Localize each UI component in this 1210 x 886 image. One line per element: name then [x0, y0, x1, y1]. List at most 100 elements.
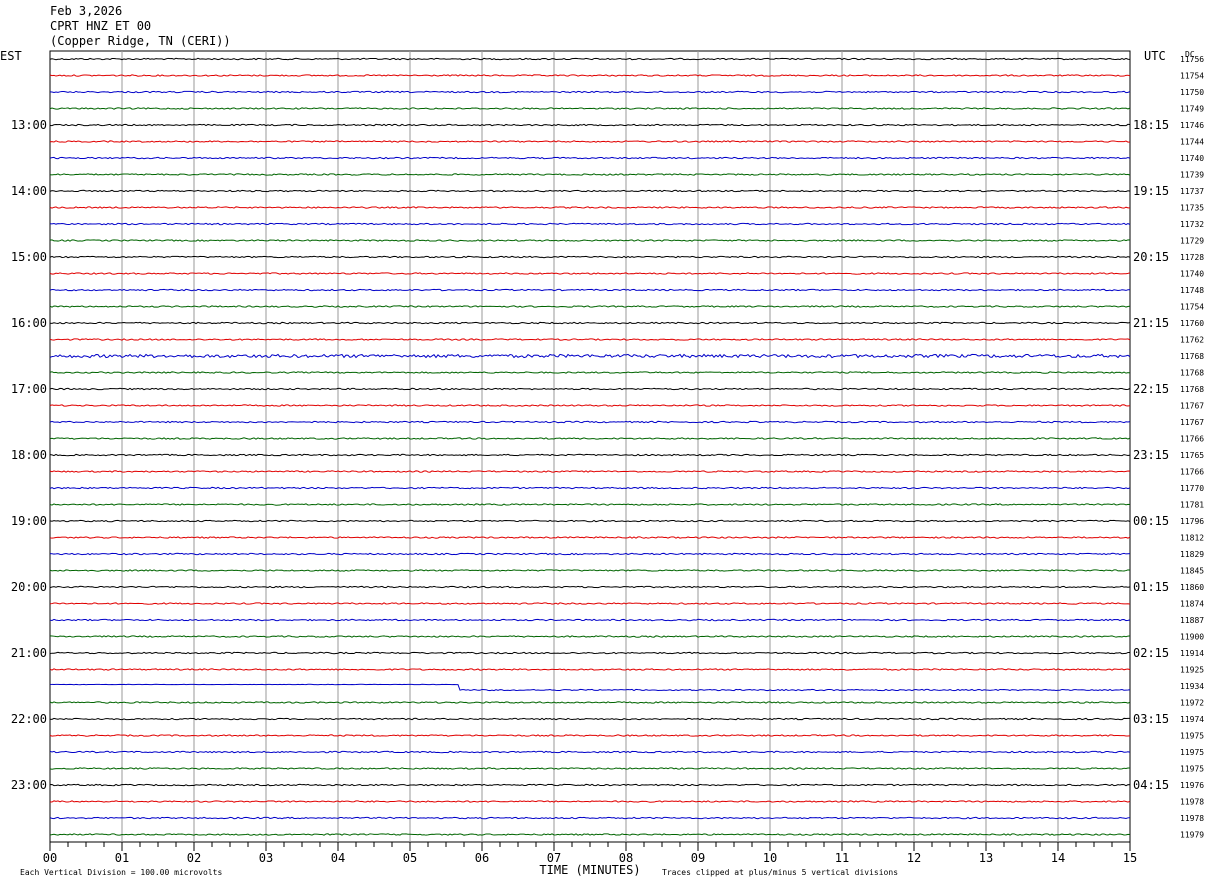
trace-line	[49, 288, 1131, 292]
trace-line	[49, 74, 1131, 77]
trace-line	[49, 123, 1131, 127]
plot-frame	[49, 50, 1131, 843]
left-hour-label: 22:00	[11, 712, 47, 726]
right-hour-label: 18:15	[1133, 118, 1169, 132]
left-hour-label: 23:00	[11, 778, 47, 792]
right-hour-label: 19:15	[1133, 184, 1169, 198]
trace-line	[49, 371, 1131, 374]
trace-line	[49, 239, 1131, 242]
trace-line	[49, 668, 1131, 671]
trace-line	[49, 272, 1131, 275]
x-tick-label: 11	[835, 851, 849, 865]
dc-value-label: 11766	[1180, 435, 1204, 444]
left-timezone-label: EST	[0, 49, 22, 63]
dc-value-label: 11900	[1180, 633, 1204, 642]
trace-line	[49, 833, 1131, 836]
dc-value-label: 11770	[1180, 484, 1204, 493]
trace-line	[49, 206, 1131, 209]
right-hour-label: 04:15	[1133, 778, 1169, 792]
right-hour-label: 21:15	[1133, 316, 1169, 330]
trace-line	[49, 767, 1131, 770]
left-hour-label: 13:00	[11, 118, 47, 132]
trace-line	[49, 602, 1131, 605]
dc-value-label: 11975	[1180, 732, 1204, 741]
dc-value-label: 11739	[1180, 171, 1204, 180]
dc-value-label: 11767	[1180, 418, 1204, 427]
dc-value-label: 11975	[1180, 765, 1204, 774]
dc-value-label: 11766	[1180, 468, 1204, 477]
x-tick-label: 00	[43, 851, 57, 865]
dc-value-label: 11934	[1180, 682, 1204, 691]
dc-value-label: 11762	[1180, 336, 1204, 345]
trace-line	[49, 420, 1131, 424]
trace-line	[49, 800, 1131, 803]
dc-value-label: 11760	[1180, 319, 1204, 328]
trace-line	[49, 156, 1131, 160]
right-hour-label: 23:15	[1133, 448, 1169, 462]
trace-line	[49, 107, 1131, 110]
left-hour-label: 15:00	[11, 250, 47, 264]
left-hour-label: 20:00	[11, 580, 47, 594]
trace-line	[49, 404, 1131, 407]
trace-line	[49, 536, 1131, 539]
left-hour-label: 17:00	[11, 382, 47, 396]
right-hour-label: 22:15	[1133, 382, 1169, 396]
scale-note: Each Vertical Division = 100.00 microvol…	[20, 868, 222, 877]
trace-line	[49, 734, 1131, 737]
dc-value-label: 11737	[1180, 187, 1204, 196]
x-tick-label: 01	[115, 851, 129, 865]
trace-line	[49, 173, 1131, 176]
x-tick-label: 03	[259, 851, 273, 865]
trace-line	[49, 470, 1131, 473]
dc-value-label: 11845	[1180, 567, 1204, 576]
dc-value-label: 11728	[1180, 253, 1204, 262]
dc-value-label: 11829	[1180, 550, 1204, 559]
dc-value-label: 11749	[1180, 105, 1204, 114]
trace-line	[49, 717, 1131, 721]
trace-line	[49, 635, 1131, 638]
trace-line	[49, 453, 1131, 457]
dc-value-label: 11744	[1180, 138, 1204, 147]
dc-value-label: 11975	[1180, 748, 1204, 757]
trace-line	[49, 321, 1131, 325]
dc-value-label: 11765	[1180, 451, 1204, 460]
dc-value-label: 11978	[1180, 814, 1204, 823]
trace-line	[49, 683, 1131, 692]
dc-value-label: 11735	[1180, 204, 1204, 213]
right-hour-label: 02:15	[1133, 646, 1169, 660]
right-hour-label: 20:15	[1133, 250, 1169, 264]
trace-line	[49, 783, 1131, 787]
trace-line	[49, 437, 1131, 440]
right-timezone-label: UTC	[1144, 49, 1166, 63]
trace-line	[49, 816, 1131, 820]
trace-line	[49, 503, 1131, 506]
dc-value-label: 11740	[1180, 270, 1204, 279]
dc-value-label: 11768	[1180, 369, 1204, 378]
x-tick-label: 02	[187, 851, 201, 865]
dc-value-label: 11768	[1180, 352, 1204, 361]
dc-value-label: 11978	[1180, 798, 1204, 807]
seismogram-plot: 1175611754117501174911746117441174011739…	[0, 49, 1204, 877]
x-tick-label: 15	[1123, 851, 1137, 865]
dc-value-label: 11767	[1180, 402, 1204, 411]
x-tick-label: 13	[979, 851, 993, 865]
trace-line	[49, 486, 1131, 490]
dc-value-label: 11925	[1180, 666, 1204, 675]
dc-value-label: 11972	[1180, 699, 1204, 708]
dc-value-label: 11754	[1180, 303, 1204, 312]
right-hour-label: 01:15	[1133, 580, 1169, 594]
dc-value-label: 11732	[1180, 220, 1204, 229]
x-tick-label: 05	[403, 851, 417, 865]
trace-line	[49, 387, 1131, 391]
dc-value-label: 11750	[1180, 88, 1204, 97]
left-hour-label: 14:00	[11, 184, 47, 198]
x-tick-label: 10	[763, 851, 777, 865]
dc-value-label: 11748	[1180, 286, 1204, 295]
trace-line	[49, 651, 1131, 655]
dc-value-label: 11974	[1180, 715, 1204, 724]
trace-line	[49, 569, 1131, 572]
dc-value-label: 11812	[1180, 534, 1204, 543]
trace-line	[49, 353, 1131, 359]
right-hour-label: 03:15	[1133, 712, 1169, 726]
trace-line	[49, 552, 1131, 556]
